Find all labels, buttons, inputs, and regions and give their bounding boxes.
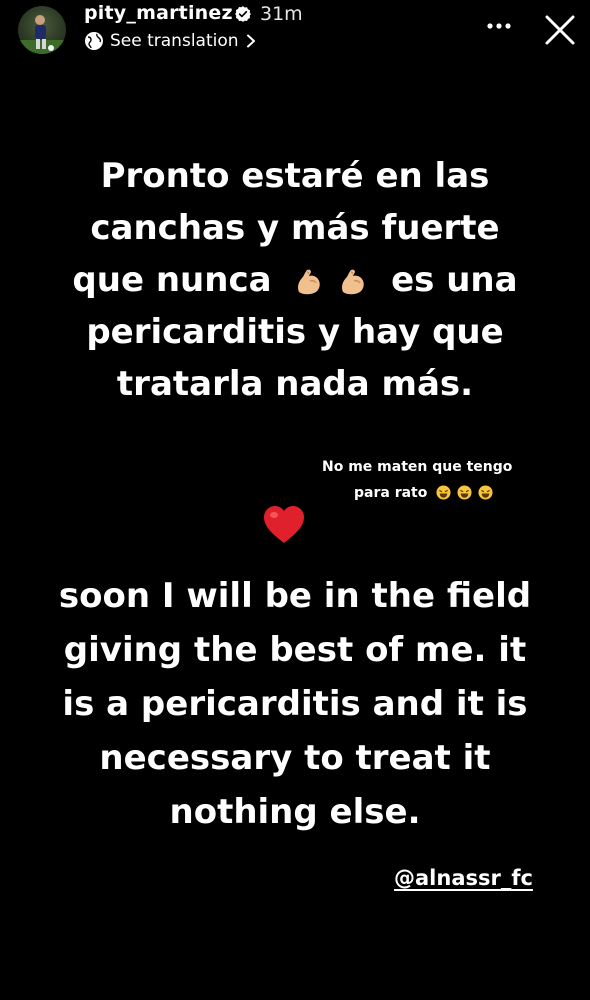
username[interactable]: pity_martinez bbox=[84, 2, 233, 24]
caption-line: canchas y más fuerte bbox=[90, 208, 500, 248]
small-note: No me maten que tengo para rato bbox=[322, 454, 522, 506]
see-translation-label: See translation bbox=[110, 31, 239, 51]
post-time: 31m bbox=[260, 3, 303, 25]
story-viewer: pity_martinez 31m See translation Pronto… bbox=[0, 0, 590, 1000]
caption-segment: que nunca bbox=[72, 260, 272, 300]
laughing-emoji-icon bbox=[457, 485, 472, 500]
note-segment: para rato bbox=[354, 485, 428, 501]
close-icon bbox=[545, 15, 575, 45]
caption-line: soon I will be in the field bbox=[58, 576, 532, 616]
caption-line: nothing else. bbox=[169, 792, 421, 832]
more-icon bbox=[487, 23, 511, 29]
see-translation-link[interactable]: See translation bbox=[84, 30, 257, 52]
caption-line: pericarditis y hay que bbox=[86, 312, 504, 352]
spanish-caption: Pronto estaré en las canchas y más fuert… bbox=[20, 150, 570, 410]
chevron-right-icon bbox=[246, 34, 255, 48]
mention-link[interactable]: @alnassr_fc bbox=[394, 866, 533, 890]
caption-line: que nunca es una bbox=[20, 254, 570, 306]
globe-icon bbox=[85, 32, 103, 50]
note-line: No me maten que tengo bbox=[322, 459, 513, 475]
verified-icon bbox=[235, 6, 251, 22]
caption-line: Pronto estaré en las bbox=[100, 156, 490, 196]
caption-line: giving the best of me. it bbox=[63, 630, 527, 670]
caption-line: is a pericarditis and it is bbox=[62, 684, 528, 724]
avatar[interactable] bbox=[18, 6, 66, 54]
note-line: para rato bbox=[322, 480, 522, 506]
flexed-biceps-icon bbox=[298, 269, 321, 295]
caption-segment: es una bbox=[391, 260, 518, 300]
laughing-emoji-icon bbox=[478, 485, 493, 500]
flexed-biceps-icon bbox=[342, 269, 364, 295]
caption-line: tratarla nada más. bbox=[116, 364, 474, 404]
caption-line: necessary to treat it bbox=[99, 738, 491, 778]
close-button[interactable] bbox=[540, 10, 580, 50]
story-header: pity_martinez 31m See translation bbox=[0, 0, 590, 64]
english-caption: soon I will be in the field giving the b… bbox=[20, 569, 570, 839]
laughing-emoji-icon bbox=[436, 485, 451, 500]
more-options-button[interactable] bbox=[482, 14, 516, 38]
red-heart-icon bbox=[264, 506, 304, 543]
